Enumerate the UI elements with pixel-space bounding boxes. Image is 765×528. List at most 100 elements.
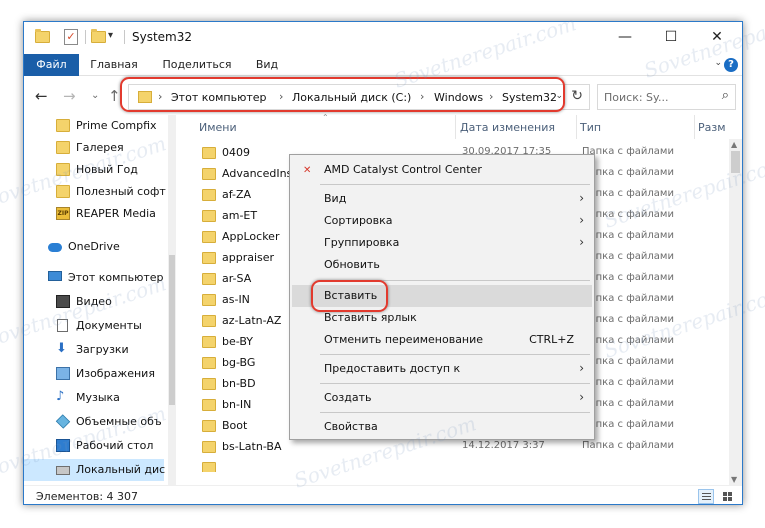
sidebar-item-useful-software[interactable]: Полезный софт bbox=[24, 181, 166, 203]
table-row[interactable] bbox=[176, 458, 731, 472]
maximize-button[interactable]: ☐ bbox=[648, 22, 694, 52]
menu-item-sort[interactable]: Сортировка › bbox=[292, 210, 592, 232]
tab-file[interactable]: Файл bbox=[24, 54, 79, 76]
sidebar-item-prime-compfix[interactable]: Prime Compfix bbox=[24, 115, 164, 137]
sidebar-item-pictures[interactable]: Изображения bbox=[24, 363, 164, 385]
folder-icon bbox=[202, 315, 216, 327]
refresh-icon[interactable]: ↻ bbox=[571, 88, 583, 104]
column-divider[interactable] bbox=[694, 115, 695, 139]
folder-icon bbox=[202, 252, 216, 264]
sidebar-item-label: Изображения bbox=[76, 367, 155, 380]
menu-item-label: Отменить переименование bbox=[324, 333, 484, 346]
recent-locations-icon[interactable]: ⌄ bbox=[91, 90, 99, 101]
scrollbar-thumb[interactable] bbox=[731, 151, 740, 173]
menu-item-amd-catalyst[interactable]: ✕ AMD Catalyst Control Center bbox=[292, 159, 592, 181]
folder-icon[interactable] bbox=[35, 29, 50, 43]
menu-separator bbox=[320, 412, 590, 413]
file-name: bs-Latn-BA bbox=[222, 440, 282, 453]
file-type: Папка с файлами bbox=[582, 356, 674, 367]
file-name: bn-IN bbox=[222, 398, 252, 411]
help-icon[interactable]: ? bbox=[724, 58, 738, 72]
file-type: Папка с файлами bbox=[582, 335, 674, 346]
folder-icon bbox=[56, 163, 70, 176]
folder-icon bbox=[202, 420, 216, 432]
file-name: as-IN bbox=[222, 293, 250, 306]
column-divider[interactable] bbox=[576, 115, 577, 139]
navigation-bar: ← → ⌄ ↑ › Этот компьютер › Локальный дис… bbox=[24, 77, 742, 115]
file-list-scrollbar[interactable]: ▲ ▼ bbox=[729, 139, 742, 485]
column-header-name[interactable]: Имени bbox=[199, 121, 237, 134]
folder-icon bbox=[202, 294, 216, 306]
menu-item-share[interactable]: Предоставить доступ к › bbox=[292, 358, 592, 380]
menu-item-undo-rename[interactable]: Отменить переименование CTRL+Z bbox=[292, 329, 592, 351]
sidebar-item-3d-objects[interactable]: Объемные объ bbox=[24, 411, 164, 433]
sidebar-item-local-disk[interactable]: Локальный дис bbox=[24, 459, 165, 481]
sidebar-item-this-pc[interactable]: Этот компьютер bbox=[24, 267, 164, 289]
file-type: Папка с файлами bbox=[582, 440, 674, 451]
sidebar-item-gallery[interactable]: Галерея bbox=[24, 137, 164, 159]
scroll-up-icon[interactable]: ▲ bbox=[731, 140, 737, 149]
quick-access-dropdown-icon[interactable]: ▾ bbox=[108, 30, 113, 41]
back-button[interactable]: ← bbox=[35, 87, 48, 105]
sidebar-item-label: Новый Год bbox=[76, 163, 138, 176]
column-header-type[interactable]: Тип bbox=[580, 121, 601, 134]
table-row[interactable]: bs-Latn-BA 14.12.2017 3:37 Папка с файлами bbox=[176, 437, 731, 458]
cloud-icon bbox=[48, 243, 62, 252]
file-name: 0409 bbox=[222, 146, 250, 159]
large-icons-view-button[interactable] bbox=[720, 489, 736, 504]
file-name: appraiser bbox=[222, 251, 275, 264]
tab-home[interactable]: Главная bbox=[84, 54, 144, 76]
folder-icon bbox=[202, 378, 216, 390]
sidebar-item-label: Рабочий стол bbox=[76, 439, 154, 452]
sidebar-item-video[interactable]: Видео bbox=[24, 291, 164, 313]
search-input[interactable]: Поиск: Sy... ⌕ bbox=[597, 84, 736, 110]
sidebar-item-reaper-media[interactable]: ZIP REAPER Media bbox=[24, 203, 164, 225]
close-button[interactable]: ✕ bbox=[694, 22, 740, 52]
scrollbar-thumb[interactable] bbox=[169, 255, 175, 405]
menu-item-refresh[interactable]: Обновить bbox=[292, 254, 592, 276]
details-view-icon bbox=[702, 493, 711, 494]
properties-check-icon[interactable]: ✓ bbox=[64, 29, 78, 45]
sidebar-scrollbar[interactable] bbox=[168, 115, 176, 485]
file-name: bg-BG bbox=[222, 356, 256, 369]
details-view-button[interactable] bbox=[698, 489, 714, 504]
submenu-arrow-icon: › bbox=[579, 390, 584, 404]
sidebar-item-label: Загрузки bbox=[76, 343, 129, 356]
file-type: Папка с файлами bbox=[582, 209, 674, 220]
sidebar-item-music[interactable]: ♪ Музыка bbox=[24, 387, 164, 409]
minimize-button[interactable]: — bbox=[602, 22, 648, 52]
up-button[interactable]: ↑ bbox=[108, 87, 121, 105]
sidebar-item-documents[interactable]: Документы bbox=[24, 315, 164, 337]
search-icon[interactable]: ⌕ bbox=[722, 88, 729, 103]
new-folder-icon[interactable] bbox=[91, 29, 106, 43]
menu-item-group[interactable]: Группировка › bbox=[292, 232, 592, 254]
column-header-size[interactable]: Разм bbox=[698, 121, 726, 134]
ribbon-expand-icon[interactable]: ⌄ bbox=[714, 58, 722, 68]
sidebar-item-label: Музыка bbox=[76, 391, 120, 404]
forward-button[interactable]: → bbox=[63, 87, 76, 105]
file-name: Boot bbox=[222, 419, 248, 432]
column-header-date[interactable]: Дата изменения bbox=[460, 121, 555, 134]
file-type: Папка с файлами bbox=[582, 146, 674, 157]
file-type: Папка с файлами bbox=[582, 167, 674, 178]
sidebar-item-label: Полезный софт bbox=[76, 185, 166, 198]
tab-share[interactable]: Поделиться bbox=[157, 54, 237, 76]
menu-item-label: Предоставить доступ к bbox=[324, 362, 461, 375]
sidebar-item-downloads[interactable]: ⬇ Загрузки bbox=[24, 339, 164, 361]
menu-item-properties[interactable]: Свойства bbox=[292, 416, 592, 438]
drive-icon bbox=[56, 466, 70, 475]
sidebar-item-new-year[interactable]: Новый Год bbox=[24, 159, 164, 181]
sidebar-item-onedrive[interactable]: OneDrive bbox=[24, 236, 164, 258]
sidebar-item-desktop[interactable]: Рабочий стол bbox=[24, 435, 164, 457]
documents-icon bbox=[57, 319, 68, 332]
tab-view[interactable]: Вид bbox=[248, 54, 286, 76]
scroll-down-icon[interactable]: ▼ bbox=[731, 475, 737, 484]
menu-item-view[interactable]: Вид › bbox=[292, 188, 592, 210]
menu-separator bbox=[320, 354, 590, 355]
file-type: Папка с файлами bbox=[582, 293, 674, 304]
column-divider[interactable] bbox=[455, 115, 456, 139]
amd-icon: ✕ bbox=[303, 165, 312, 176]
menu-item-create[interactable]: Создать › bbox=[292, 387, 592, 409]
file-name: af-ZA bbox=[222, 188, 252, 201]
sidebar-item-label: Галерея bbox=[76, 141, 124, 154]
